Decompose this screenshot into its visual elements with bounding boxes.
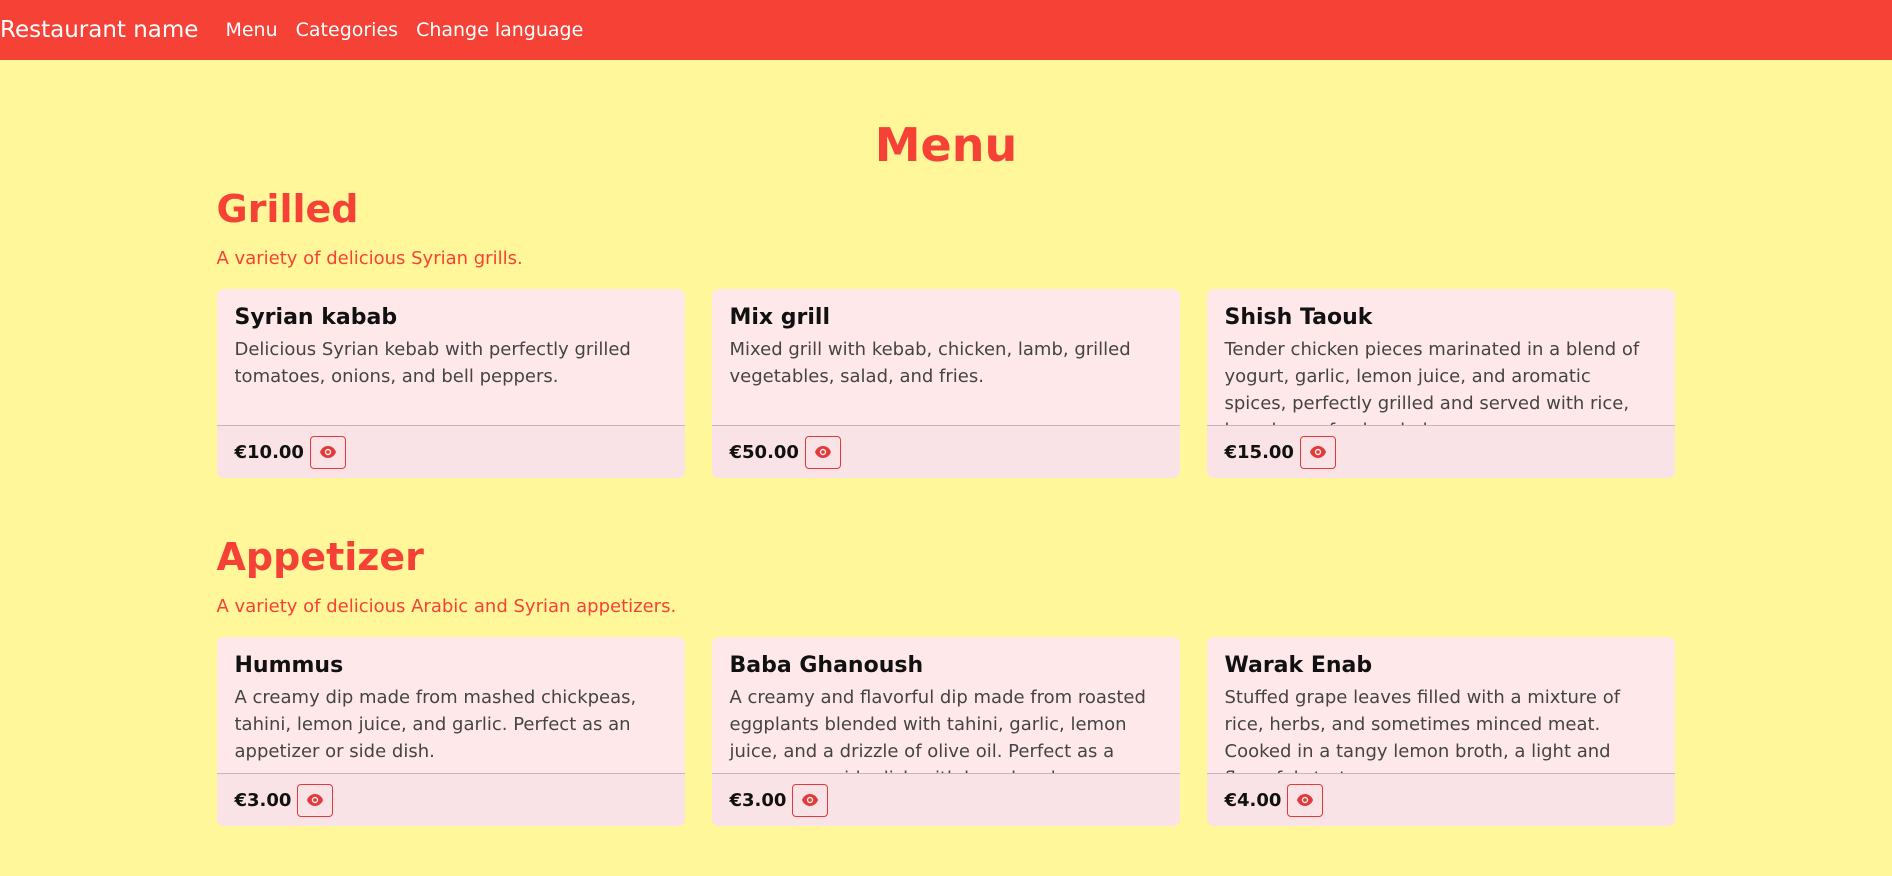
nav-link-menu[interactable]: Menu [225, 19, 277, 41]
menu-item-price: €3.00 [729, 789, 787, 811]
page-title: Menu [874, 118, 1018, 172]
card-body: Shish Taouk Tender chicken pieces marina… [1207, 289, 1675, 441]
card-body: Syrian kabab Delicious Syrian kebab with… [217, 289, 685, 425]
menu-item-name: Syrian kabab [234, 305, 398, 330]
card-footer: €3.00 [711, 773, 1180, 826]
card-body: Mix grill Mixed grill with kebab, chicke… [712, 289, 1180, 425]
view-item-button[interactable] [309, 435, 346, 469]
nav-link-categories[interactable]: Categories [296, 19, 398, 41]
menu-item-name: Mix grill [729, 305, 831, 330]
nav-link-change-language[interactable]: Change language [416, 19, 583, 41]
menu-item-price: €4.00 [1224, 789, 1282, 811]
card-footer: €3.00 [216, 773, 685, 826]
menu-card-grid: Hummus A creamy dip made from mashed chi… [216, 637, 1676, 826]
menu-item-name: Shish Taouk [1224, 305, 1373, 330]
menu-item-price: €3.00 [234, 789, 292, 811]
top-navbar: Restaurant name Menu Categories Change l… [0, 0, 1892, 60]
section-description: A variety of delicious Arabic and Syrian… [216, 596, 677, 617]
menu-item-description: Delicious Syrian kebab with perfectly gr… [234, 339, 631, 387]
view-item-button[interactable] [804, 435, 841, 469]
menu-card-grid: Syrian kabab Delicious Syrian kebab with… [216, 289, 1676, 478]
menu-item-card: Warak Enab Stuffed grape leaves filled w… [1206, 637, 1675, 826]
view-item-button[interactable] [297, 783, 334, 817]
menu-item-price: €50.00 [729, 441, 799, 463]
card-footer: €15.00 [1206, 425, 1675, 478]
menu-item-price: €10.00 [234, 441, 304, 463]
category-section-appetizer: Appetizer A variety of delicious Arabic … [216, 534, 1676, 826]
menu-item-card: Baba Ghanoush A creamy and flavorful dip… [711, 637, 1180, 826]
menu-item-card: Mix grill Mixed grill with kebab, chicke… [711, 289, 1180, 478]
view-item-button[interactable] [792, 783, 829, 817]
view-item-button[interactable] [1287, 783, 1324, 817]
menu-item-price: €15.00 [1224, 441, 1294, 463]
menu-item-card: Syrian kabab Delicious Syrian kebab with… [216, 289, 685, 478]
section-title: Appetizer [216, 535, 424, 579]
menu-item-description: A creamy dip made from mashed chickpeas,… [234, 687, 637, 762]
menu-item-name: Hummus [234, 653, 344, 678]
menu-item-card: Shish Taouk Tender chicken pieces marina… [1206, 289, 1675, 478]
section-title: Grilled [216, 187, 359, 231]
card-body: Baba Ghanoush A creamy and flavorful dip… [712, 637, 1180, 816]
card-footer: €50.00 [711, 425, 1180, 478]
card-footer: €4.00 [1206, 773, 1675, 826]
eye-icon [1309, 446, 1326, 458]
menu-item-description: Mixed grill with kebab, chicken, lamb, g… [729, 339, 1131, 387]
eye-icon [1297, 794, 1314, 806]
view-item-button[interactable] [1299, 435, 1336, 469]
eye-icon [307, 794, 324, 806]
brand-link[interactable]: Restaurant name [0, 17, 198, 43]
eye-icon [814, 446, 831, 458]
eye-icon [802, 794, 819, 806]
section-description: A variety of delicious Syrian grills. [216, 248, 523, 269]
menu-item-name: Warak Enab [1224, 653, 1373, 678]
menu-item-name: Baba Ghanoush [729, 653, 924, 678]
card-footer: €10.00 [216, 425, 685, 478]
menu-item-card: Hummus A creamy dip made from mashed chi… [216, 637, 685, 826]
category-section-grilled: Grilled A variety of delicious Syrian gr… [216, 186, 1676, 478]
eye-icon [319, 446, 336, 458]
card-body: Hummus A creamy dip made from mashed chi… [217, 637, 685, 773]
card-body: Warak Enab Stuffed grape leaves filled w… [1207, 637, 1675, 789]
main-content: Menu Grilled A variety of delicious Syri… [216, 60, 1676, 826]
